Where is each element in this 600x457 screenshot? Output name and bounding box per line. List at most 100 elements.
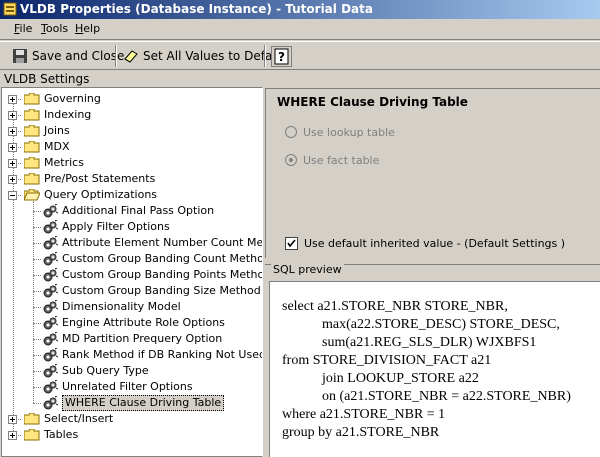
tree-folder-select-insert[interactable]: Select/Insert <box>2 411 262 427</box>
folder-icon <box>23 412 40 425</box>
checkmark-icon <box>287 239 296 248</box>
tree-item-label: Unrelated Filter Options <box>62 380 193 393</box>
menu-help[interactable]: Help <box>75 22 100 35</box>
checkbox-box[interactable] <box>285 237 298 250</box>
tree-folder-pre-post-statements[interactable]: Pre/Post Statements <box>2 171 262 187</box>
tree-setting-md-partition-prequery-option[interactable]: MD Partition Prequery Option <box>2 331 262 347</box>
tree-item-label: Dimensionality Model <box>62 300 181 313</box>
gears-icon <box>42 283 59 298</box>
tree-connector <box>33 291 41 292</box>
tree-setting-engine-attribute-role-options[interactable]: Engine Attribute Role Options <box>2 315 262 331</box>
setting-heading: WHERE Clause Driving Table <box>277 95 468 109</box>
gears-icon <box>42 363 59 378</box>
tree-setting-custom-group-banding-points-method[interactable]: Custom Group Banding Points Method <box>2 267 262 283</box>
help-icon: ? <box>274 48 289 65</box>
menu-tools[interactable]: Tools <box>41 22 68 35</box>
tree-connector <box>33 371 41 372</box>
tree-setting-where-clause-driving-table[interactable]: WHERE Clause Driving Table <box>2 395 262 411</box>
collapse-toggle[interactable] <box>8 191 17 200</box>
tree-item-label: Query Optimizations <box>44 188 158 201</box>
tree-folder-joins[interactable]: Joins <box>2 123 262 139</box>
radio-circle[interactable] <box>285 154 297 166</box>
folder-icon <box>23 156 40 169</box>
tree-setting-rank-method-if-db-ranking-not-used[interactable]: Rank Method if DB Ranking Not Used <box>2 347 262 363</box>
gears-icon <box>42 395 59 410</box>
tree-setting-sub-query-type[interactable]: Sub Query Type <box>2 363 262 379</box>
tree-folder-tables[interactable]: Tables <box>2 427 262 443</box>
gears-icon <box>42 379 59 394</box>
folder-icon <box>23 108 40 121</box>
tree-connector <box>33 259 41 260</box>
expand-toggle[interactable] <box>8 111 17 120</box>
folder-icon <box>23 124 40 137</box>
tree-folder-mdx[interactable]: MDX <box>2 139 262 155</box>
sql-line: join LOOKUP_STORE a22 <box>322 371 479 386</box>
tree-item-label: Pre/Post Statements <box>44 172 156 185</box>
menu-file[interactable]: File <box>14 22 32 35</box>
gears-icon <box>42 315 59 330</box>
tree-setting-dimensionality-model[interactable]: Dimensionality Model <box>2 299 262 315</box>
use-default-checkbox[interactable]: Use default inherited value - (Default S… <box>285 237 565 250</box>
tree-item-label: Indexing <box>44 108 92 121</box>
tree-item-label: Additional Final Pass Option <box>62 204 215 217</box>
tree-connector <box>33 403 41 404</box>
gears-icon <box>42 219 59 234</box>
gears-icon <box>42 347 59 362</box>
tree-connector <box>33 387 41 388</box>
tree-setting-custom-group-banding-size-method[interactable]: Custom Group Banding Size Method <box>2 283 262 299</box>
tree-item-label: WHERE Clause Driving Table <box>62 395 225 411</box>
floppy-disk-icon <box>13 49 27 63</box>
tree-item-label: Rank Method if DB Ranking Not Used <box>62 348 263 361</box>
tree-setting-apply-filter-options[interactable]: Apply Filter Options <box>2 219 262 235</box>
use-lookup-table-radio[interactable]: Use lookup table <box>285 124 395 140</box>
tree-connector <box>33 323 41 324</box>
expand-toggle[interactable] <box>8 159 17 168</box>
sql-preview-box[interactable]: select a21.STORE_NBR STORE_NBR, max(a22.… <box>269 281 600 457</box>
expand-toggle[interactable] <box>8 175 17 184</box>
gears-icon <box>42 235 59 250</box>
menu-bar: File Tools Help <box>0 19 600 40</box>
window-titlebar[interactable]: VLDB Properties (Database Instance) - Tu… <box>0 0 600 19</box>
tree-folder-metrics[interactable]: Metrics <box>2 155 262 171</box>
tree-connector <box>33 307 41 308</box>
tree-setting-custom-group-banding-count-method[interactable]: Custom Group Banding Count Method <box>2 251 262 267</box>
tree-item-label: Tables <box>44 428 79 441</box>
gears-icon <box>42 299 59 314</box>
svg-text:?: ? <box>278 50 285 64</box>
tree-item-label: Custom Group Banding Size Method <box>62 284 261 297</box>
tree-folder-governing[interactable]: Governing <box>2 91 262 107</box>
expand-toggle[interactable] <box>8 431 17 440</box>
folder-icon <box>23 428 40 441</box>
tree-setting-additional-final-pass-option[interactable]: Additional Final Pass Option <box>2 203 262 219</box>
tree-setting-attribute-element-number-count-method[interactable]: Attribute Element Number Count Method <box>2 235 262 251</box>
tree-folder-query-optimizations[interactable]: Query Optimizations <box>2 187 262 203</box>
window-title: VLDB Properties (Database Instance) - Tu… <box>20 2 373 16</box>
tree-setting-unrelated-filter-options[interactable]: Unrelated Filter Options <box>2 379 262 395</box>
tree-item-label: Custom Group Banding Count Method <box>62 252 263 265</box>
settings-tree[interactable]: Governing Indexing Joins MDX Metrics Pre/Post… <box>1 87 263 457</box>
expand-toggle[interactable] <box>8 143 17 152</box>
database-app-icon <box>3 2 17 16</box>
setting-panel: WHERE Clause Driving Table Use lookup ta… <box>265 88 600 258</box>
eraser-icon <box>124 50 138 63</box>
expand-toggle[interactable] <box>8 95 17 104</box>
tree-item-label: Sub Query Type <box>62 364 149 377</box>
save-and-close-button[interactable]: Save and Close <box>12 46 124 66</box>
tree-connector <box>33 355 41 356</box>
sql-line: select a21.STORE_NBR STORE_NBR, <box>282 299 508 314</box>
vldb-settings-label: VLDB Settings <box>4 72 90 86</box>
tree-folder-indexing[interactable]: Indexing <box>2 107 262 123</box>
sql-preview-group: SQL preview select a21.STORE_NBR STORE_N… <box>265 263 600 457</box>
radio-circle[interactable] <box>285 126 297 138</box>
sql-line: on (a21.STORE_NBR = a22.STORE_NBR) <box>322 389 571 404</box>
sql-line: max(a22.STORE_DESC) STORE_DESC, <box>322 317 560 332</box>
help-button[interactable]: ? <box>271 46 292 67</box>
gears-icon <box>42 331 59 346</box>
expand-toggle[interactable] <box>8 415 17 424</box>
open-folder-icon <box>23 188 41 201</box>
tree-connector <box>33 211 41 212</box>
toolbar: Save and Close Set All Values to Default… <box>0 41 600 70</box>
use-fact-table-radio[interactable]: Use fact table <box>285 152 379 168</box>
toolbar-separator <box>264 45 266 67</box>
expand-toggle[interactable] <box>8 127 17 136</box>
